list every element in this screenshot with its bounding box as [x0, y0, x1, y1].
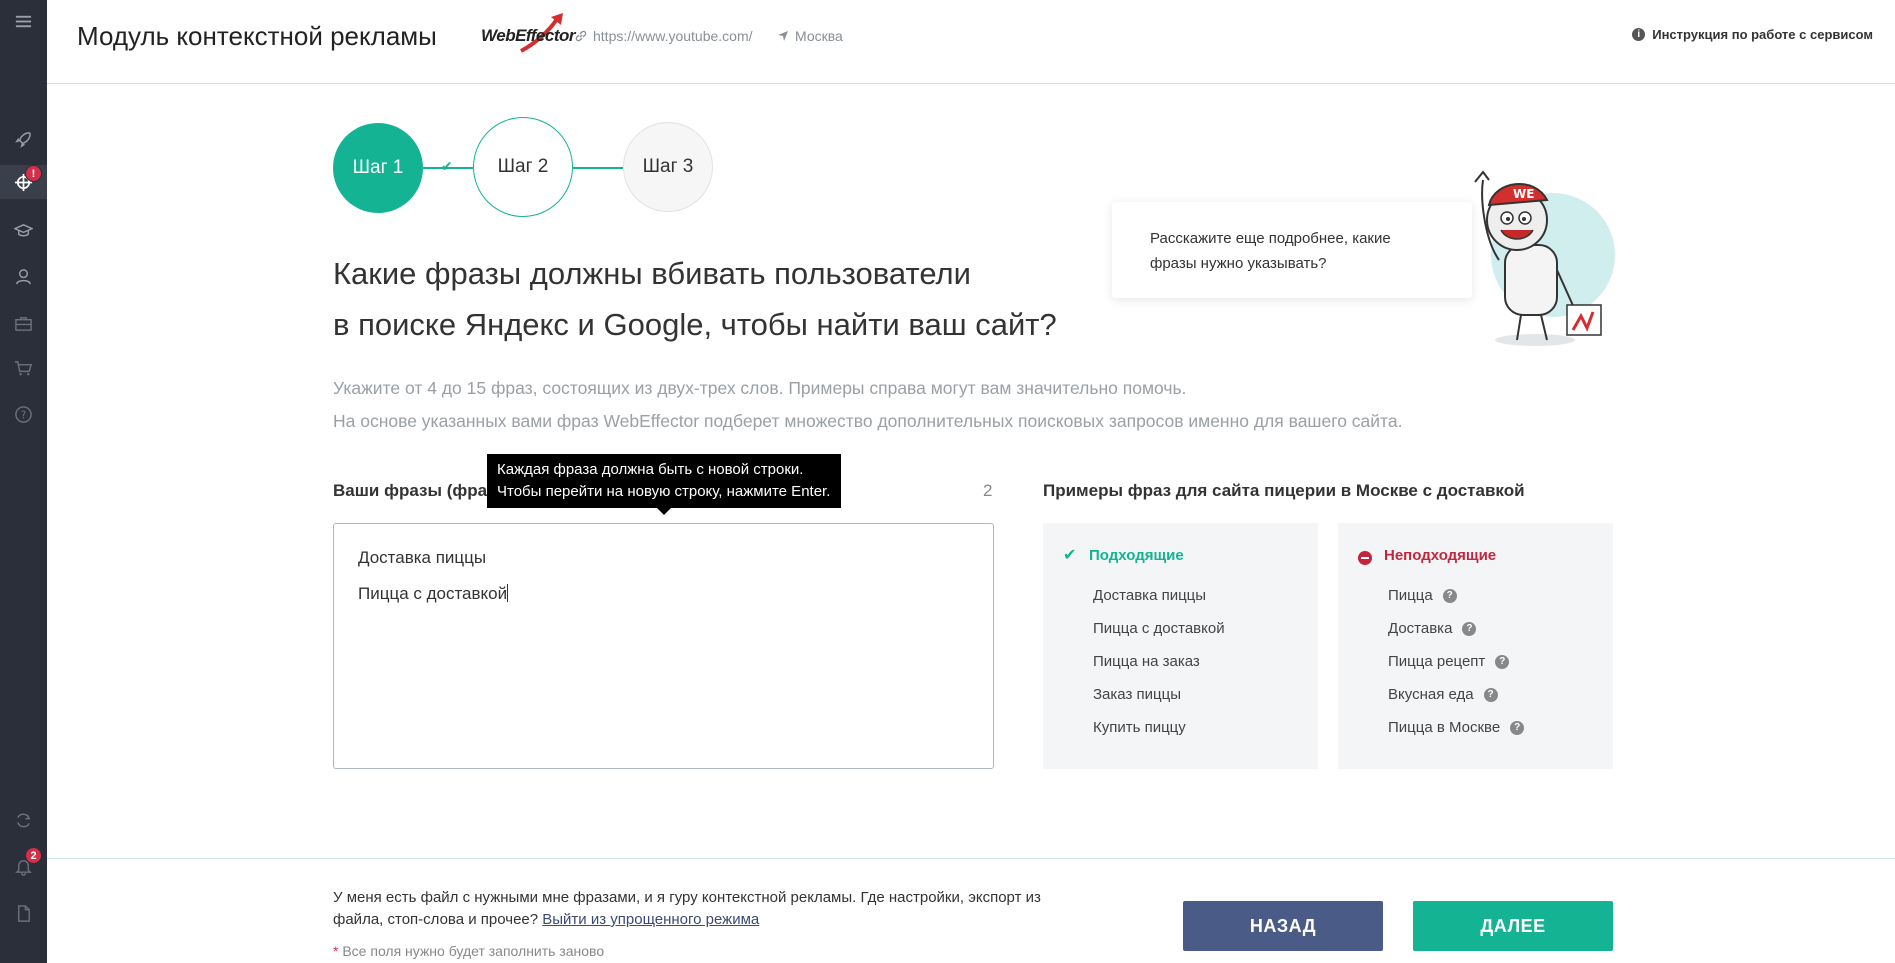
- sync-icon[interactable]: [0, 803, 47, 837]
- bad-example-item: Пицца рецепт?: [1338, 645, 1613, 678]
- link-icon: [575, 30, 587, 42]
- region-selector[interactable]: Москва: [777, 28, 843, 44]
- help-icon[interactable]: ?: [0, 397, 47, 431]
- tooltip-line-2: Чтобы перейти на новую строку, нажмите E…: [497, 483, 831, 500]
- question-line-2: в поиске Яндекс и Google, чтобы найти ва…: [333, 307, 1057, 342]
- check-icon: ✔: [441, 158, 453, 174]
- page-title: Модуль контекстной рекламы: [77, 21, 437, 51]
- good-example-item: Заказ пиццы: [1093, 686, 1181, 703]
- bad-example-item: Пицца в Москве?: [1338, 711, 1613, 744]
- svg-text:?: ?: [21, 409, 27, 421]
- rocket-icon[interactable]: [0, 122, 47, 156]
- advanced-mode-text: У меня есть файл с нужными мне фразами, …: [333, 887, 1053, 931]
- site-url[interactable]: https://www.youtube.com/: [575, 28, 753, 44]
- location-arrow-icon: [778, 31, 788, 41]
- examples-good-title: Подходящие: [1089, 546, 1184, 564]
- examples-good-panel: ✔ Подходящие Доставка пиццы Пицца с дост…: [1043, 523, 1318, 769]
- question-heading: Какие фразы должны вбивать пользователи …: [333, 248, 1233, 350]
- targets-alert-badge: !: [25, 165, 42, 182]
- menu-icon[interactable]: [0, 4, 47, 38]
- phrases-tooltip: Каждая фраза должна быть с новой строки.…: [487, 454, 841, 515]
- tooltip-line-1: Каждая фраза должна быть с новой строки.: [497, 461, 804, 478]
- sidebar: ! ? 2: [0, 0, 47, 963]
- footer-note-text: Все поля нужно будет заполнить заново: [338, 943, 605, 959]
- briefcase-icon[interactable]: [0, 306, 47, 340]
- bad-example-text: Вкусная еда: [1388, 686, 1474, 703]
- info-icon: i: [1632, 28, 1646, 41]
- bad-example-item: Вкусная еда?: [1338, 678, 1613, 711]
- step-2[interactable]: Шаг 2: [473, 117, 573, 217]
- examples-good-heading: ✔ Подходящие: [1043, 542, 1318, 568]
- back-button[interactable]: НАЗАД: [1183, 901, 1383, 951]
- region-text: Москва: [795, 28, 843, 44]
- step-connector-2: [573, 167, 623, 169]
- phrases-count: 2: [983, 481, 993, 500]
- good-example-item: Пицца с доставкой: [1093, 620, 1225, 637]
- question-mark-icon[interactable]: ?: [1510, 720, 1525, 735]
- user-icon[interactable]: [0, 259, 47, 293]
- next-button[interactable]: ДАЛЕЕ: [1413, 901, 1613, 951]
- bad-example-text: Доставка: [1388, 620, 1453, 637]
- question-mark-icon[interactable]: ?: [1483, 687, 1498, 702]
- bad-example-item: Пицца?: [1338, 579, 1613, 612]
- minus-circle-icon: [1358, 550, 1372, 565]
- footer: У меня есть файл с нужными мне фразами, …: [47, 858, 1895, 963]
- question-mark-icon[interactable]: ?: [1462, 621, 1477, 636]
- examples-bad-list: Пицца? Доставка? Пицца рецепт? Вкусная е…: [1338, 579, 1613, 744]
- footer-note: * Все поля нужно будет заполнить заново: [333, 943, 604, 959]
- minus-circle-icon-wrap: [1358, 546, 1384, 565]
- phrase-line-with-cursor: Пицца с доставкой: [358, 576, 969, 612]
- bad-example-text: Пицца: [1388, 587, 1433, 604]
- phrase-line: Доставка пиццы: [358, 548, 487, 567]
- exit-simple-mode-link[interactable]: Выйти из упрощенного режима: [542, 911, 759, 928]
- phrases-label: Ваши фразы (фраз: [333, 481, 496, 500]
- examples-bad-title: Неподходящие: [1384, 546, 1497, 564]
- good-example-item: Пицца на заказ: [1093, 653, 1200, 670]
- examples-good-list: Доставка пиццы Пицца с доставкой Пицца н…: [1043, 579, 1318, 744]
- cart-icon[interactable]: [0, 351, 47, 385]
- question-mark-icon[interactable]: ?: [1495, 654, 1510, 669]
- site-url-text: https://www.youtube.com/: [593, 28, 753, 44]
- graduation-cap-icon[interactable]: [0, 213, 47, 247]
- phrase-line-text: Пицца с доставкой: [358, 584, 508, 603]
- mascot-speech-bubble[interactable]: Расскажите еще подробнее, какие фразы ну…: [1112, 202, 1472, 298]
- checkmark-icon: ✔: [1063, 547, 1077, 564]
- step-3[interactable]: Шаг 3: [623, 122, 713, 212]
- hint-text: Укажите от 4 до 15 фраз, состоящих из дв…: [333, 372, 1533, 438]
- bad-example-text: Пицца рецепт: [1388, 653, 1486, 670]
- good-example-item: Купить пиццу: [1093, 719, 1186, 736]
- step-1[interactable]: Шаг 1: [333, 123, 423, 213]
- bad-example-text: Пицца в Москве: [1388, 719, 1501, 736]
- question-mark-icon[interactable]: ?: [1442, 588, 1457, 603]
- phrases-textarea[interactable]: Доставка пиццы Пицца с доставкой: [333, 523, 994, 769]
- document-icon[interactable]: [0, 896, 47, 930]
- examples-bad-heading: Неподходящие: [1338, 542, 1613, 568]
- header: Модуль контекстной рекламы WebEffector h…: [47, 0, 1895, 84]
- bad-example-item: Доставка?: [1338, 612, 1613, 645]
- hint-line-2: На основе указанных вами фраз WebEffecto…: [333, 411, 1403, 431]
- hint-line-1: Укажите от 4 до 15 фраз, состоящих из дв…: [333, 378, 1187, 398]
- notifications-badge: 2: [25, 847, 42, 864]
- examples-label: Примеры фраз для сайта пицерии в Москве …: [1043, 481, 1525, 500]
- good-example-item: Доставка пиццы: [1093, 587, 1207, 604]
- examples-bad-panel: Неподходящие Пицца? Доставка? Пицца реце…: [1338, 523, 1613, 769]
- webeffector-logo-text: WebEffector: [481, 26, 576, 45]
- svg-text:WE: WE: [1513, 187, 1534, 201]
- instruction-text: Инструкция по работе с сервисом: [1652, 27, 1873, 42]
- text-cursor: [507, 584, 509, 602]
- instruction-link[interactable]: i Инструкция по работе с сервисом: [1632, 27, 1873, 42]
- question-line-1: Какие фразы должны вбивать пользователи: [333, 256, 971, 291]
- mascot-illustration-icon: WE: [1474, 170, 1615, 346]
